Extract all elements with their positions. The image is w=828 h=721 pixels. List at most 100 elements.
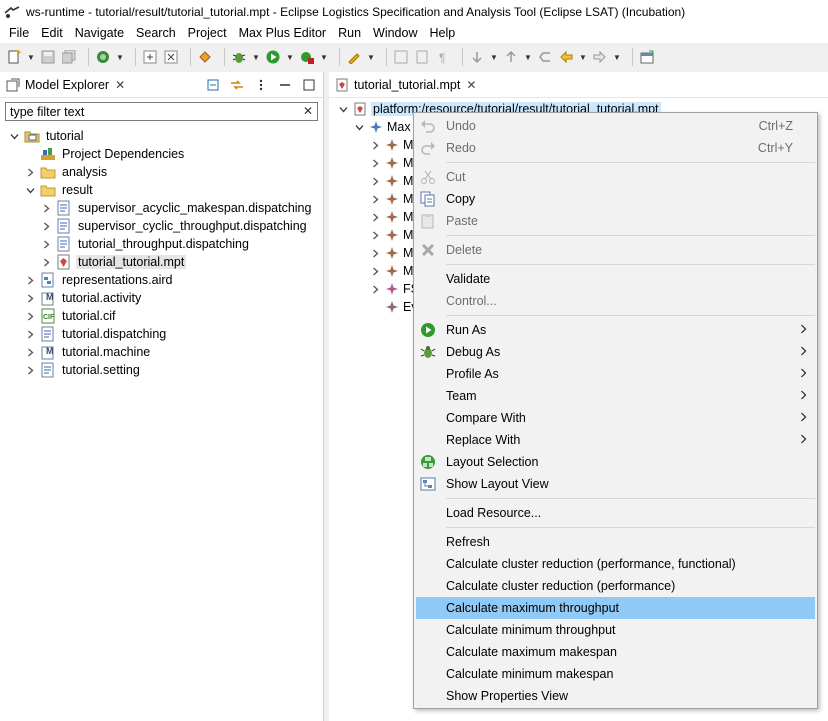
run-dropdown-icon[interactable]: ▼	[286, 53, 294, 62]
collapsed-arrow-icon[interactable]	[24, 310, 36, 322]
tree-item[interactable]: supervisor_acyclic_makespan.dispatching	[0, 199, 323, 217]
forward-icon[interactable]	[592, 49, 608, 65]
collapsed-arrow-icon[interactable]	[369, 157, 381, 169]
collapsed-arrow-icon[interactable]	[369, 283, 381, 295]
expanded-arrow-icon[interactable]	[8, 130, 20, 142]
show-whitespace-icon[interactable]: ¶	[435, 49, 451, 65]
previous-annotation-dropdown-icon[interactable]: ▼	[524, 53, 532, 62]
maximize-icon[interactable]	[301, 77, 317, 93]
tree-item[interactable]: tutorial	[0, 127, 323, 145]
menu-item-replace-with[interactable]: Replace With	[416, 429, 815, 451]
tree-item[interactable]: Mtutorial.activity	[0, 289, 323, 307]
back-icon[interactable]	[558, 49, 574, 65]
tree-item[interactable]: tutorial_throughput.dispatching	[0, 235, 323, 253]
menu-item-team[interactable]: Team	[416, 385, 815, 407]
filter-input[interactable]	[6, 103, 317, 120]
back-dropdown-icon[interactable]: ▼	[579, 53, 587, 62]
collapsed-arrow-icon[interactable]	[24, 166, 36, 178]
menu-item-calculate-cluster-reduction-performance-functional[interactable]: Calculate cluster reduction (performance…	[416, 553, 815, 575]
menu-item-debug-as[interactable]: Debug As	[416, 341, 815, 363]
menu-item-control[interactable]: Control...	[416, 290, 815, 312]
menu-project[interactable]: Project	[182, 26, 233, 40]
tab-tutorial-tutorial-mpt[interactable]: tutorial_tutorial.mpt ✕	[329, 72, 482, 98]
menu-item-redo[interactable]: Redo Ctrl+Y	[416, 137, 815, 159]
menu-item-load-resource[interactable]: Load Resource...	[416, 502, 815, 524]
menu-item-undo[interactable]: Undo Ctrl+Z	[416, 115, 815, 137]
skip-breakpoints-icon[interactable]	[163, 49, 179, 65]
collapsed-arrow-icon[interactable]	[369, 175, 381, 187]
minimize-icon[interactable]	[277, 77, 293, 93]
collapsed-arrow-icon[interactable]	[24, 346, 36, 358]
debug-dropdown-icon[interactable]: ▼	[252, 53, 260, 62]
menu-item-calculate-minimum-makespan[interactable]: Calculate minimum makespan	[416, 663, 815, 685]
tree-item[interactable]: representations.aird	[0, 271, 323, 289]
run-toolbar-icon[interactable]	[265, 49, 281, 65]
collapsed-arrow-icon[interactable]	[24, 328, 36, 340]
debug-toolbar-icon[interactable]	[231, 49, 247, 65]
collapse-all-icon[interactable]	[205, 77, 221, 93]
menu-item-cut[interactable]: Cut	[416, 166, 815, 188]
menu-run[interactable]: Run	[332, 26, 367, 40]
menu-item-calculate-maximum-throughput[interactable]: Calculate maximum throughput	[416, 597, 815, 619]
previous-annotation-icon[interactable]	[503, 49, 519, 65]
new-icon[interactable]	[6, 49, 22, 65]
menu-item-show-layout-view[interactable]: Show Layout View	[416, 473, 815, 495]
tree-item[interactable]: tutorial.setting	[0, 361, 323, 379]
collapsed-arrow-icon[interactable]	[369, 139, 381, 151]
collapsed-arrow-icon[interactable]	[24, 292, 36, 304]
menu-item-layout-selection[interactable]: Layout Selection	[416, 451, 815, 473]
new-dropdown-icon[interactable]: ▼	[27, 53, 35, 62]
open-perspective-window-icon[interactable]	[639, 49, 655, 65]
tree-item[interactable]: CIF tutorial.cif	[0, 307, 323, 325]
open-perspective-icon[interactable]	[95, 49, 111, 65]
clear-filter-icon[interactable]: ✕	[303, 104, 313, 118]
menu-file[interactable]: File	[3, 26, 35, 40]
view-menu-icon[interactable]	[253, 77, 269, 93]
collapsed-arrow-icon[interactable]	[40, 256, 52, 268]
collapsed-arrow-icon[interactable]	[369, 229, 381, 241]
pen-icon[interactable]	[346, 49, 362, 65]
block-select-icon[interactable]	[414, 49, 430, 65]
menu-item-delete[interactable]: Delete	[416, 239, 815, 261]
tree-item[interactable]: tutorial.dispatching	[0, 325, 323, 343]
tab-model-explorer[interactable]: Model Explorer ✕	[0, 72, 131, 98]
menu-item-profile-as[interactable]: Profile As	[416, 363, 815, 385]
forward-dropdown-icon[interactable]: ▼	[613, 53, 621, 62]
next-annotation-icon[interactable]	[469, 49, 485, 65]
collapsed-arrow-icon[interactable]	[40, 202, 52, 214]
collapsed-arrow-icon[interactable]	[24, 274, 36, 286]
external-tools-icon[interactable]	[299, 49, 315, 65]
collapsed-arrow-icon[interactable]	[40, 238, 52, 250]
menu-item-calculate-maximum-makespan[interactable]: Calculate maximum makespan	[416, 641, 815, 663]
menu-search[interactable]: Search	[130, 26, 182, 40]
collapsed-arrow-icon[interactable]	[369, 265, 381, 277]
menu-item-calculate-cluster-reduction-performance[interactable]: Calculate cluster reduction (performance…	[416, 575, 815, 597]
layout-icon[interactable]	[197, 49, 213, 65]
collapsed-arrow-icon[interactable]	[24, 364, 36, 376]
menu-navigate[interactable]: Navigate	[69, 26, 130, 40]
menu-item-run-as[interactable]: Run As	[416, 319, 815, 341]
menu-window[interactable]: Window	[367, 26, 423, 40]
tree-item[interactable]: supervisor_cyclic_throughput.dispatching	[0, 217, 323, 235]
close-icon[interactable]: ✕	[115, 78, 125, 92]
expanded-arrow-icon[interactable]	[24, 184, 36, 196]
collapsed-arrow-icon[interactable]	[369, 193, 381, 205]
tree-item[interactable]: Mtutorial.machine	[0, 343, 323, 361]
menu-max-plus-editor[interactable]: Max Plus Editor	[233, 26, 333, 40]
menu-item-copy[interactable]: Copy	[416, 188, 815, 210]
last-edit-icon[interactable]	[537, 49, 553, 65]
toggle-breakpoint-icon[interactable]	[142, 49, 158, 65]
expanded-arrow-icon[interactable]	[353, 121, 365, 133]
menu-item-compare-with[interactable]: Compare With	[416, 407, 815, 429]
toggle-mark-icon[interactable]	[393, 49, 409, 65]
menu-item-validate[interactable]: Validate	[416, 268, 815, 290]
perspective-dropdown-icon[interactable]: ▼	[116, 53, 124, 62]
tree-item[interactable]: Project Dependencies	[0, 145, 323, 163]
save-icon[interactable]	[40, 49, 56, 65]
menu-edit[interactable]: Edit	[35, 26, 69, 40]
next-annotation-dropdown-icon[interactable]: ▼	[490, 53, 498, 62]
pen-dropdown-icon[interactable]: ▼	[367, 53, 375, 62]
menu-item-refresh[interactable]: Refresh	[416, 531, 815, 553]
close-icon[interactable]: ✕	[466, 78, 476, 92]
tree-item[interactable]: result	[0, 181, 323, 199]
